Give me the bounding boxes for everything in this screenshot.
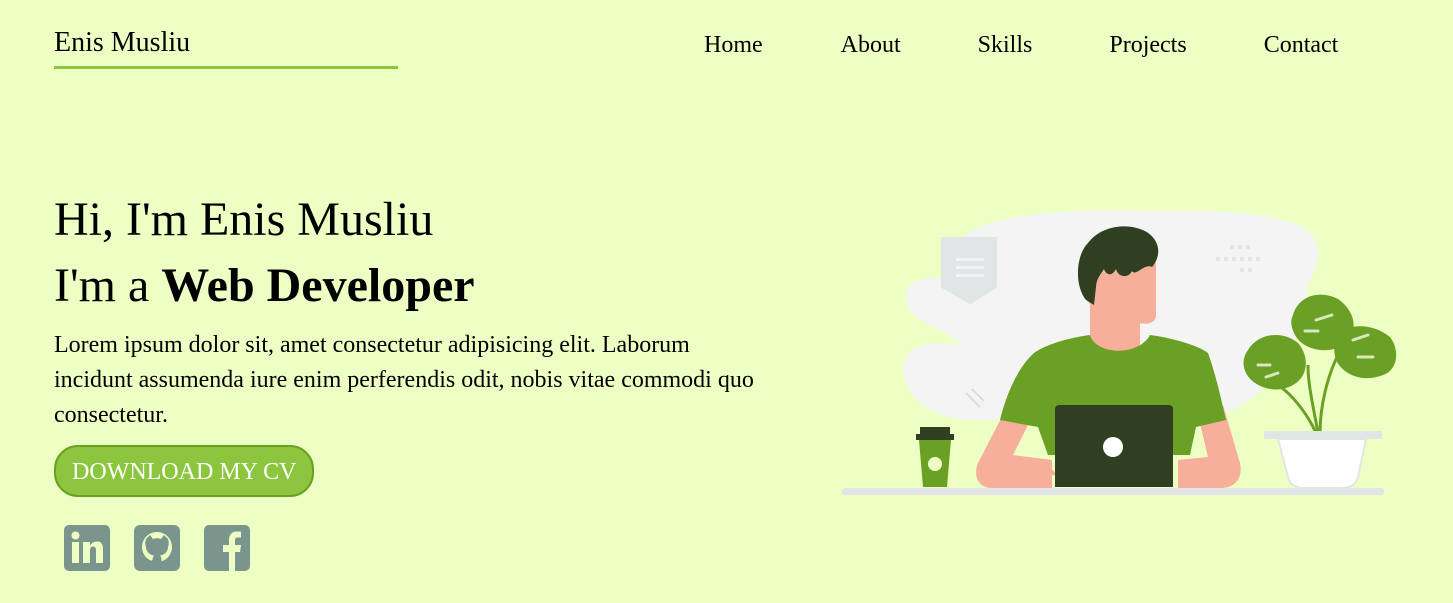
github-icon[interactable] <box>134 525 180 571</box>
coffee-cup-icon <box>916 427 954 487</box>
linkedin-icon[interactable] <box>64 525 110 571</box>
download-cv-button[interactable]: DOWNLOAD MY CV <box>54 445 315 497</box>
nav-item-projects[interactable]: Projects <box>1109 30 1186 60</box>
hero-greeting: Hi, I'm Enis Musliu <box>54 193 434 246</box>
nav-item-home[interactable]: Home <box>704 30 763 60</box>
nav-item-about[interactable]: About <box>841 30 901 60</box>
desk-surface <box>842 488 1384 495</box>
developer-illustration <box>842 210 1397 495</box>
nav-item-skills[interactable]: Skills <box>978 30 1033 60</box>
hero-role-prefix: I'm a <box>54 259 162 312</box>
main-nav: Home About Skills Projects Contact <box>704 30 1338 60</box>
hero-role-title: Web Developer <box>161 259 475 312</box>
hero-description: Lorem ipsum dolor sit, amet consectetur … <box>54 332 754 428</box>
social-links <box>64 525 250 571</box>
nav-item-contact[interactable]: Contact <box>1264 30 1339 60</box>
hero-section: Hi, I'm Enis Musliu I'm a Web Developer … <box>54 190 764 497</box>
site-brand[interactable]: Enis Musliu <box>54 26 398 69</box>
hero-role: I'm a Web Developer <box>54 256 764 316</box>
facebook-icon[interactable] <box>204 525 250 571</box>
